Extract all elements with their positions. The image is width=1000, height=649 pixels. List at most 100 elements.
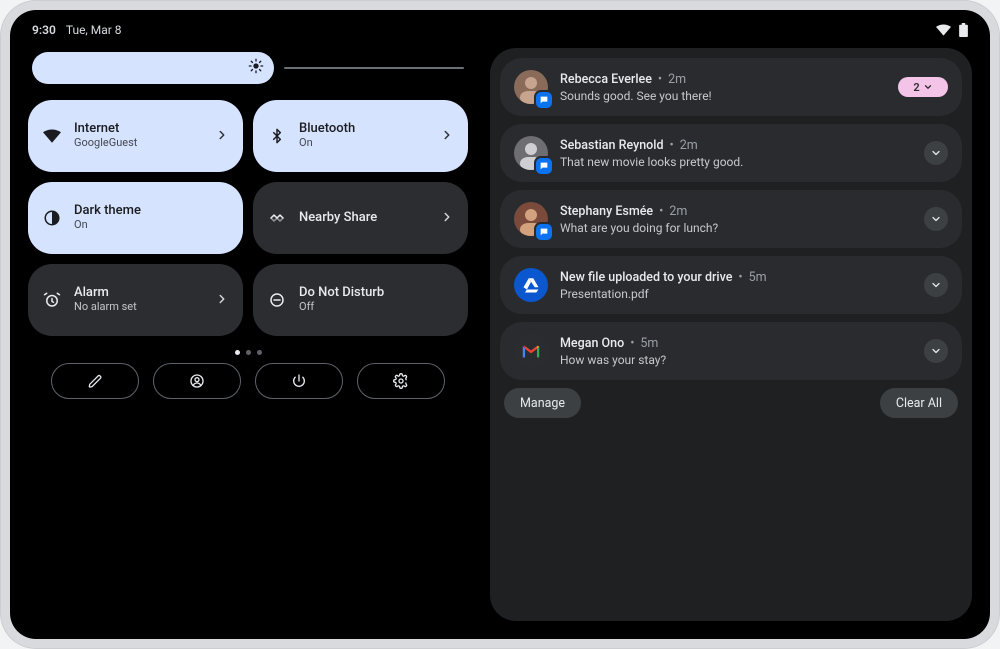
chevron-right-icon (440, 127, 454, 146)
notifications-actions: Manage Clear All (500, 388, 962, 420)
chevron-right-icon (440, 209, 454, 228)
notification-item[interactable]: New file uploaded to your drive • 5m Pre… (500, 256, 962, 314)
tile-subtitle: Off (299, 301, 454, 314)
do-not-disturb-icon (267, 290, 287, 310)
tile-alarm[interactable]: Alarm No alarm set (28, 264, 243, 336)
manage-notifications-button[interactable]: Manage (504, 388, 581, 418)
notification-avatar (514, 202, 548, 236)
tile-title: Nearby Share (299, 211, 428, 226)
notification-item[interactable]: Megan Ono • 5m How was your stay? (500, 322, 962, 380)
pager-dots[interactable] (28, 350, 468, 355)
screen: 9:30 Tue, Mar 8 (10, 10, 990, 639)
notification-subtitle: Sounds good. See you there! (560, 89, 886, 103)
pencil-icon (88, 374, 103, 389)
tile-title: Dark theme (74, 204, 229, 219)
chevron-down-icon (930, 279, 942, 291)
notification-title: Rebecca Everlee (560, 72, 652, 87)
tiles-grid: Internet GoogleGuest Bluetooth (28, 100, 468, 336)
tile-subtitle: On (74, 219, 229, 232)
drive-app-icon (514, 268, 548, 302)
messages-app-badge-icon (536, 224, 552, 240)
chevron-down-icon (930, 213, 942, 225)
quick-settings-actions (28, 363, 468, 399)
tile-subtitle: No alarm set (74, 301, 203, 314)
notifications-panel: Rebecca Everlee • 2m Sounds good. See yo… (490, 48, 972, 621)
tile-title: Internet (74, 122, 203, 137)
tile-subtitle: GoogleGuest (74, 137, 203, 150)
notifications-pane: Rebecca Everlee • 2m Sounds good. See yo… (490, 48, 972, 621)
gear-icon (393, 373, 409, 389)
expand-button[interactable] (924, 273, 948, 297)
messages-app-badge-icon (536, 92, 552, 108)
notification-time: 2m (680, 138, 698, 153)
chevron-right-icon (215, 291, 229, 310)
user-switch-button[interactable] (153, 363, 241, 399)
notification-item[interactable]: Rebecca Everlee • 2m Sounds good. See yo… (500, 58, 962, 116)
pager-dot (246, 350, 251, 355)
badge-count: 2 (913, 81, 919, 94)
pager-dot (257, 350, 262, 355)
brightness-track (284, 67, 464, 69)
notification-avatar (514, 136, 548, 170)
alarm-icon (42, 290, 62, 310)
bluetooth-icon (267, 126, 287, 146)
tile-do-not-disturb[interactable]: Do Not Disturb Off (253, 264, 468, 336)
device-frame: 9:30 Tue, Mar 8 (0, 0, 1000, 649)
tile-nearby-share[interactable]: Nearby Share (253, 182, 468, 254)
battery-icon (959, 23, 968, 37)
tile-bluetooth[interactable]: Bluetooth On (253, 100, 468, 172)
separator-dot: • (630, 336, 634, 351)
wifi-icon (936, 24, 951, 36)
notification-subtitle: What are you doing for lunch? (560, 221, 912, 235)
notification-title: New file uploaded to your drive (560, 270, 732, 285)
power-icon (291, 373, 307, 389)
messages-app-badge-icon (536, 158, 552, 174)
tile-internet[interactable]: Internet GoogleGuest (28, 100, 243, 172)
expand-button[interactable] (924, 141, 948, 165)
notification-item[interactable]: Stephany Esmée • 2m What are you doing f… (500, 190, 962, 248)
notification-time: 5m (749, 270, 767, 285)
content: Internet GoogleGuest Bluetooth (28, 48, 972, 621)
notification-time: 2m (669, 204, 687, 219)
notification-title: Megan Ono (560, 336, 624, 351)
power-button[interactable] (255, 363, 343, 399)
brightness-fill (32, 52, 274, 84)
notification-title: Stephany Esmée (560, 204, 653, 219)
notification-subtitle: How was your stay? (560, 353, 912, 367)
chevron-down-icon (930, 345, 942, 357)
brightness-slider[interactable] (32, 52, 464, 84)
edit-tiles-button[interactable] (51, 363, 139, 399)
chevron-right-icon (215, 127, 229, 146)
tile-dark-theme[interactable]: Dark theme On (28, 182, 243, 254)
brightness-icon (248, 58, 264, 78)
expand-button[interactable] (924, 339, 948, 363)
status-bar: 9:30 Tue, Mar 8 (10, 18, 990, 42)
tile-title: Alarm (74, 286, 203, 301)
notification-avatar (514, 70, 548, 104)
separator-dot: • (738, 270, 742, 285)
notification-subtitle: Presentation.pdf (560, 287, 912, 301)
notification-count-badge[interactable]: 2 (898, 77, 948, 97)
chevron-down-icon (923, 82, 933, 92)
notification-time: 2m (668, 72, 686, 87)
contrast-icon (42, 208, 62, 228)
separator-dot: • (658, 72, 662, 87)
wifi-icon (42, 126, 62, 146)
status-date: Tue, Mar 8 (66, 23, 122, 37)
pager-dot (235, 350, 240, 355)
expand-button[interactable] (924, 207, 948, 231)
tile-title: Bluetooth (299, 122, 428, 137)
notification-subtitle: That new movie looks pretty good. (560, 155, 912, 169)
clear-all-button[interactable]: Clear All (880, 388, 958, 418)
gmail-app-icon (514, 334, 548, 368)
tile-title: Do Not Disturb (299, 286, 454, 301)
separator-dot: • (670, 138, 674, 153)
settings-button[interactable] (357, 363, 445, 399)
chevron-down-icon (930, 147, 942, 159)
notification-time: 5m (640, 336, 658, 351)
separator-dot: • (659, 204, 663, 219)
user-icon (189, 373, 205, 389)
tile-subtitle: On (299, 137, 428, 150)
notification-item[interactable]: Sebastian Reynold • 2m That new movie lo… (500, 124, 962, 182)
quick-settings: Internet GoogleGuest Bluetooth (28, 48, 468, 621)
